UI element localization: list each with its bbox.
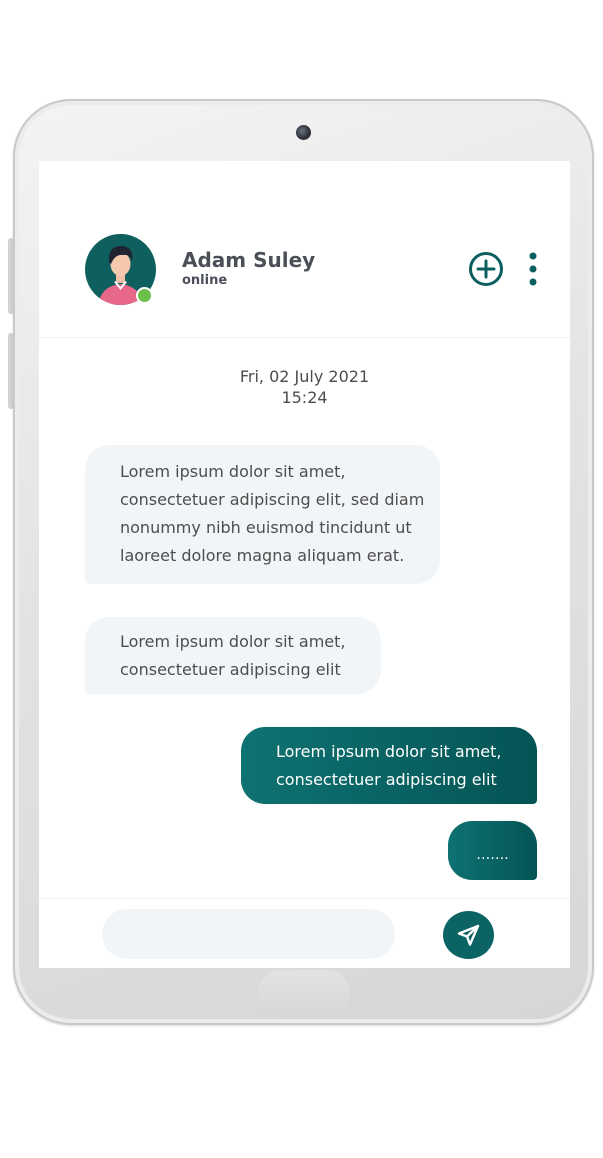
date-label: Fri, 02 July 2021	[239, 367, 370, 386]
conversation-date: Fri, 02 July 2021 15:24	[39, 366, 570, 408]
plus-circle-icon[interactable]	[468, 251, 504, 287]
message-input[interactable]	[102, 909, 395, 959]
send-arrow-icon	[457, 924, 480, 946]
message-composer	[39, 898, 570, 968]
incoming-message[interactable]: Lorem ipsum dolor sit amet, consectetuer…	[85, 445, 440, 584]
outgoing-typing-message[interactable]: …….	[448, 821, 537, 880]
tablet-mockup: Adam Suley online Fri, 02 July 2021 15:2	[0, 0, 603, 1158]
vertical-ellipsis-icon[interactable]	[523, 251, 543, 287]
chat-screen: Adam Suley online Fri, 02 July 2021 15:2	[39, 161, 570, 968]
home-button[interactable]	[258, 970, 350, 1014]
chat-header: Adam Suley online	[39, 161, 570, 338]
time-label: 15:24	[281, 388, 328, 407]
outgoing-message[interactable]: Lorem ipsum dolor sit amet, consectetuer…	[241, 727, 537, 804]
incoming-message[interactable]: Lorem ipsum dolor sit amet, consectetuer…	[85, 617, 381, 694]
camera-icon	[296, 125, 311, 140]
contact-status: online	[182, 273, 228, 288]
online-status-dot	[136, 287, 153, 304]
contact-name: Adam Suley	[182, 248, 316, 272]
send-button[interactable]	[443, 911, 494, 959]
